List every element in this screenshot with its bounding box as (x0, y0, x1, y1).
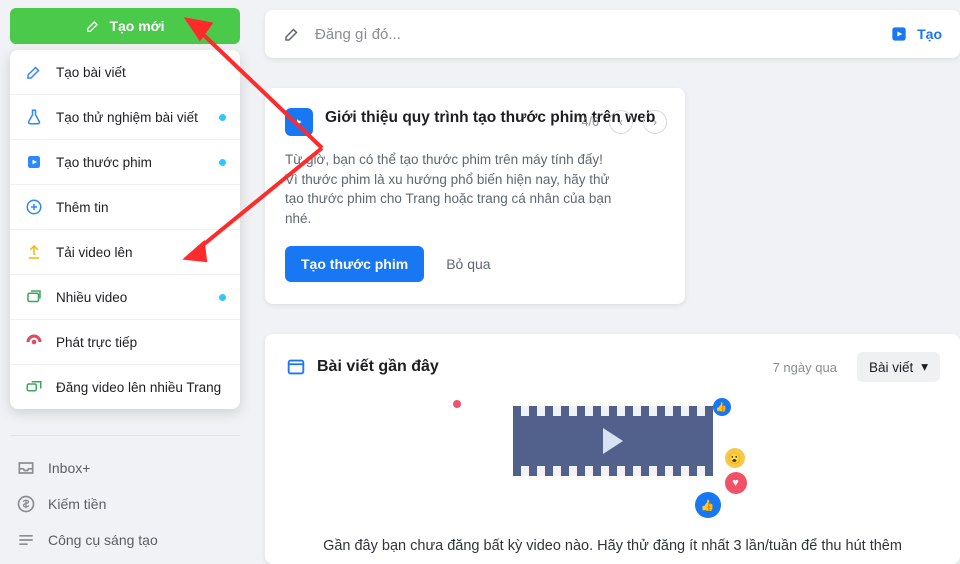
menu-item-create-reel[interactable]: Tạo thước phim (10, 139, 240, 184)
like-icon: 👍 (695, 492, 721, 518)
menu-item-label: Phát trực tiếp (56, 335, 137, 350)
reel-icon (889, 24, 909, 44)
sidebar-item-label: Inbox+ (48, 460, 90, 476)
videos-icon (24, 287, 44, 307)
sidebar-item-label: Công cụ sáng tạo (48, 532, 158, 548)
flask-icon (24, 107, 44, 127)
composer-placeholder: Đăng gì đó... (315, 26, 875, 43)
intro-reels-card: Giới thiệu quy trình tạo thước phim trên… (265, 88, 685, 304)
menu-item-upload-video[interactable]: Tải video lên (10, 229, 240, 274)
intro-card-body: Từ giờ, bạn có thể tạo thước phim trên m… (285, 150, 615, 228)
divider (10, 435, 240, 436)
compose-icon (85, 18, 101, 34)
composer-create-reel[interactable]: Tạo (889, 24, 942, 44)
sidebar-item-label: Kiếm tiền (48, 496, 106, 512)
create-new-button[interactable]: Tạo mới (10, 8, 240, 44)
compose-icon (24, 62, 44, 82)
skip-button[interactable]: Bỏ qua (446, 256, 490, 272)
button-label: Bỏ qua (446, 256, 490, 272)
composer-bar[interactable]: Đăng gì đó... Tạo (265, 10, 960, 58)
empty-illustration: 👍 👍 ♥ 😮 (453, 400, 773, 520)
menu-item-test-post[interactable]: Tạo thử nghiệm bài viết (10, 94, 240, 139)
crosspost-icon (24, 377, 44, 397)
menu-item-label: Tải video lên (56, 245, 133, 260)
menu-item-label: Tạo thước phim (56, 155, 152, 170)
main-content: Đăng gì đó... Tạo Giới thiệu quy trình t… (265, 0, 960, 540)
menu-item-label: Đăng video lên nhiều Trang (56, 380, 221, 395)
menu-item-label: Tạo bài viết (56, 65, 126, 80)
broadcast-icon (24, 332, 44, 352)
pager-count: 4/6 (582, 115, 599, 129)
reel-icon (24, 152, 44, 172)
dollar-icon (16, 494, 36, 514)
recent-posts-card: Bài viết gần đây 7 ngày qua Bài viết ▾ 👍… (265, 334, 960, 564)
button-label: Tạo thước phim (301, 256, 408, 272)
new-dot-icon (219, 114, 226, 121)
menu-item-create-post[interactable]: Tạo bài viết (10, 50, 240, 94)
menu-item-label: Thêm tin (56, 200, 109, 215)
menu-item-label: Nhiều video (56, 290, 127, 305)
recent-range: 7 ngày qua (773, 360, 837, 375)
inbox-icon (16, 458, 36, 478)
create-menu: Tạo bài viết Tạo thử nghiệm bài viết Tạo… (10, 50, 240, 409)
menu-item-label: Tạo thử nghiệm bài viết (56, 110, 198, 125)
dot-icon (453, 400, 461, 408)
intro-card-pager: 4/6 ‹ › (582, 110, 667, 134)
upload-icon (24, 242, 44, 262)
plus-circle-icon (24, 197, 44, 217)
sidebar-item-monetize[interactable]: Kiếm tiền (10, 486, 240, 522)
composer-right-label: Tạo (917, 26, 942, 42)
chevron-down-icon: ▾ (921, 359, 928, 375)
recent-title: Bài viết gần đây (317, 358, 439, 376)
sidebar: Tạo mới Tạo bài viết Tạo thử nghiệm bài … (0, 0, 250, 540)
recent-empty-message: Gần đây bạn chưa đăng bất kỳ video nào. … (285, 538, 940, 554)
compose-icon (283, 25, 301, 43)
menu-item-add-story[interactable]: Thêm tin (10, 184, 240, 229)
create-reel-button[interactable]: Tạo thước phim (285, 246, 424, 282)
menu-item-bulk-videos[interactable]: Nhiều video (10, 274, 240, 319)
new-dot-icon (219, 159, 226, 166)
filter-label: Bài viết (869, 360, 913, 375)
create-new-label: Tạo mới (109, 18, 164, 34)
menu-item-crosspost[interactable]: Đăng video lên nhiều Trang (10, 364, 240, 409)
pager-next-button[interactable]: › (643, 110, 667, 134)
heart-icon: ♥ (725, 472, 747, 494)
sidebar-item-creative-tools[interactable]: Công cụ sáng tạo (10, 522, 240, 558)
reel-icon (285, 108, 313, 136)
pager-prev-button[interactable]: ‹ (609, 110, 633, 134)
tools-icon (16, 530, 36, 550)
recent-filter-dropdown[interactable]: Bài viết ▾ (857, 352, 940, 382)
sidebar-item-inbox[interactable]: Inbox+ (10, 450, 240, 486)
like-icon: 👍 (713, 398, 731, 416)
posts-icon (285, 356, 307, 378)
menu-item-go-live[interactable]: Phát trực tiếp (10, 319, 240, 364)
wow-icon: 😮 (725, 448, 745, 468)
new-dot-icon (219, 294, 226, 301)
